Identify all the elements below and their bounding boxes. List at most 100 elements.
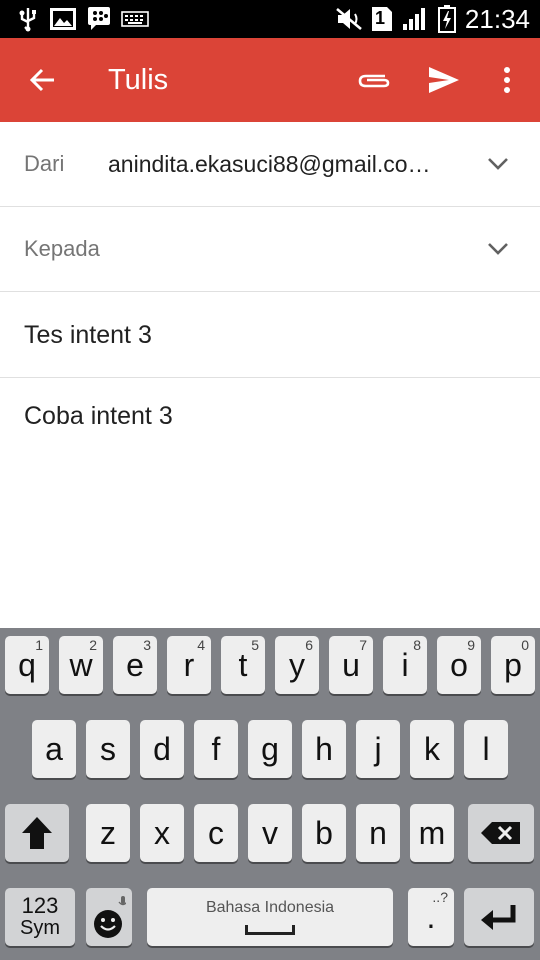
key-f[interactable]: f <box>194 720 238 778</box>
send-button[interactable] <box>416 52 472 108</box>
key-p[interactable]: 0p <box>491 636 535 694</box>
key-i[interactable]: 8i <box>383 636 427 694</box>
key-label: e <box>126 646 144 683</box>
send-icon <box>429 67 459 93</box>
key-number-hint: 8 <box>413 637 421 653</box>
key-label: u <box>342 646 360 683</box>
body-field[interactable]: Coba intent 3 <box>24 402 173 431</box>
subject-field[interactable]: Tes intent 3 <box>24 292 152 378</box>
key-label: o <box>450 646 468 683</box>
emoji-mic-icon <box>94 896 126 938</box>
shift-key[interactable] <box>5 804 69 862</box>
key-b[interactable]: b <box>302 804 346 862</box>
key-label: d <box>153 730 171 767</box>
key-label: r <box>183 646 195 683</box>
key-n[interactable]: n <box>356 804 400 862</box>
key-label: t <box>238 646 248 683</box>
space-key-language-label: Bahasa Indonesia <box>205 899 335 916</box>
from-label: Dari <box>24 151 65 176</box>
symbols-key-top-label: 123 <box>21 893 59 918</box>
more-vert-icon <box>504 67 510 93</box>
key-c[interactable]: c <box>194 804 238 862</box>
symbols-key-bottom-label: Sym <box>20 917 60 939</box>
backspace-key[interactable] <box>468 804 534 862</box>
key-label: p <box>504 646 522 683</box>
key-number-hint: 9 <box>467 637 475 653</box>
back-button[interactable] <box>14 52 70 108</box>
key-label: c <box>208 814 224 851</box>
key-x[interactable]: x <box>140 804 184 862</box>
key-label: y <box>289 646 305 683</box>
key-number-hint: 0 <box>521 637 529 653</box>
space-key[interactable]: Bahasa Indonesia <box>147 888 393 946</box>
key-number-hint: 2 <box>89 637 97 653</box>
bbm-icon <box>84 0 114 38</box>
key-label: g <box>261 730 279 767</box>
key-g[interactable]: g <box>248 720 292 778</box>
from-account[interactable]: anindita.ekasuci88@gmail.co… <box>108 122 448 206</box>
attach-button[interactable] <box>346 52 402 108</box>
keyboard-icon <box>120 0 150 38</box>
key-m[interactable]: m <box>410 804 454 862</box>
from-row[interactable]: Dari anindita.ekasuci88@gmail.co… <box>0 122 540 207</box>
enter-key[interactable] <box>464 888 534 946</box>
key-w[interactable]: 2w <box>59 636 103 694</box>
key-a[interactable]: a <box>32 720 76 778</box>
chevron-down-icon[interactable] <box>484 150 512 178</box>
usb-icon <box>14 0 42 38</box>
key-label: j <box>374 730 382 767</box>
key-l[interactable]: l <box>464 720 508 778</box>
key-number-hint: 6 <box>305 637 313 653</box>
shift-icon <box>22 817 52 849</box>
space-bar-icon <box>245 925 295 935</box>
key-label: l <box>482 730 490 767</box>
key-label: k <box>424 730 440 767</box>
key-h[interactable]: h <box>302 720 346 778</box>
key-number-hint: 3 <box>143 637 151 653</box>
page-title: Tulis <box>108 64 169 96</box>
sim-icon: 1 <box>369 0 395 38</box>
key-label: z <box>100 814 116 851</box>
clock: 21:34 <box>464 4 530 34</box>
key-label: a <box>45 730 63 767</box>
key-t[interactable]: 5t <box>221 636 265 694</box>
key-label: s <box>100 730 116 767</box>
key-k[interactable]: k <box>410 720 454 778</box>
subject-row: Tes intent 3 <box>0 292 540 378</box>
key-o[interactable]: 9o <box>437 636 481 694</box>
key-d[interactable]: d <box>140 720 184 778</box>
key-number-hint: 4 <box>197 637 205 653</box>
enter-icon <box>481 905 516 930</box>
key-e[interactable]: 3e <box>113 636 157 694</box>
period-key[interactable]: ..? . <box>408 888 454 946</box>
key-label: q <box>18 646 36 683</box>
key-y[interactable]: 6y <box>275 636 319 694</box>
emoji-mic-key[interactable] <box>86 888 132 946</box>
period-key-hint: ..? <box>432 889 448 905</box>
arrow-left-icon <box>29 68 54 92</box>
key-label: v <box>262 814 278 851</box>
key-s[interactable]: s <box>86 720 130 778</box>
to-field[interactable] <box>24 207 464 291</box>
key-u[interactable]: 7u <box>329 636 373 694</box>
image-icon <box>48 0 78 38</box>
key-q[interactable]: 1q <box>5 636 49 694</box>
key-z[interactable]: z <box>86 804 130 862</box>
key-label: x <box>154 814 170 851</box>
paperclip-icon <box>358 74 390 88</box>
battery-charging-icon <box>436 0 458 38</box>
soft-keyboard: 1q2w3e4r5t6y7u8i9o0p asdfghjkl zxcvbnm 1… <box>0 628 540 960</box>
status-bar: 1 21:34 <box>0 0 540 38</box>
chevron-down-icon[interactable] <box>484 235 512 263</box>
key-v[interactable]: v <box>248 804 292 862</box>
signal-icon <box>400 0 430 38</box>
body-area[interactable]: Coba intent 3 <box>0 378 540 628</box>
key-r[interactable]: 4r <box>167 636 211 694</box>
key-number-hint: 1 <box>35 637 43 653</box>
symbols-key[interactable]: 123 Sym <box>5 888 75 946</box>
key-label: b <box>315 814 333 851</box>
key-number-hint: 7 <box>359 637 367 653</box>
more-options-button[interactable] <box>482 52 532 108</box>
mute-icon <box>334 0 364 38</box>
key-j[interactable]: j <box>356 720 400 778</box>
